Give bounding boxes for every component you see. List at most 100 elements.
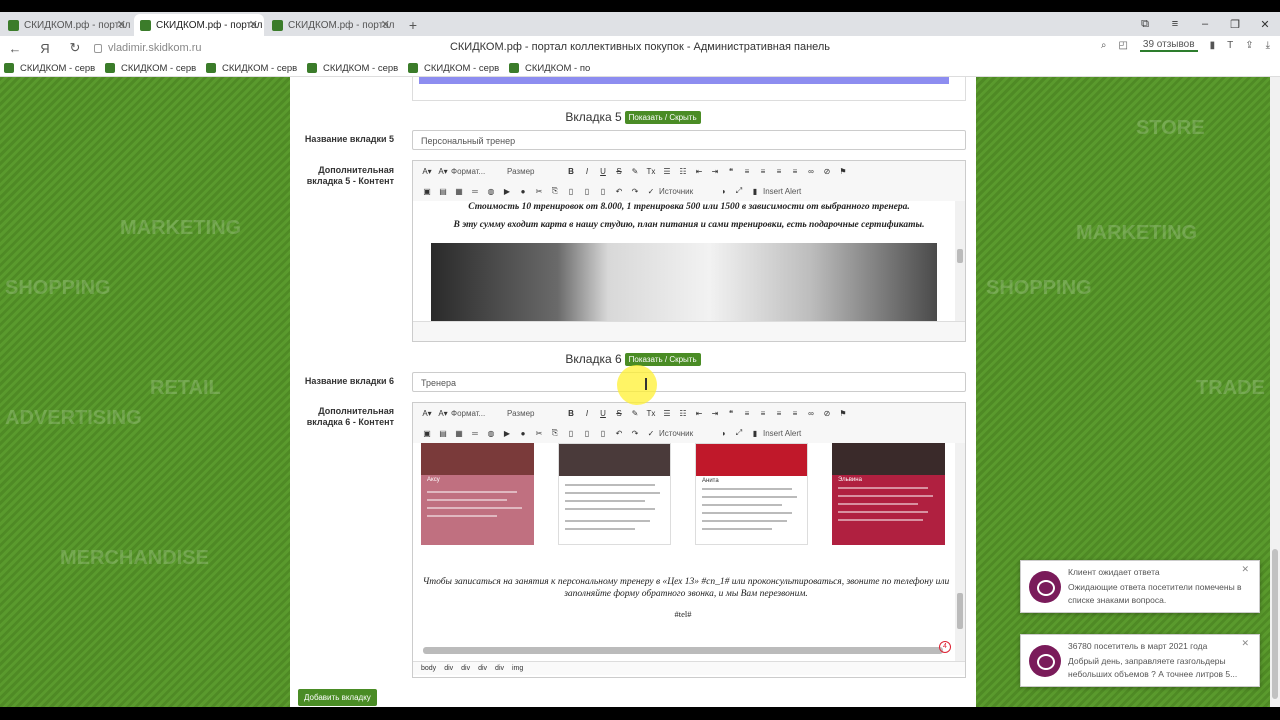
paste-icon[interactable]: ▯	[563, 429, 579, 438]
browser-tab-1[interactable]: СКИДКОМ.рф - портал ко ✕	[2, 14, 132, 36]
text-color-icon[interactable]: A▾	[419, 409, 435, 418]
browser-tab-2[interactable]: СКИДКОМ.рф - портал ✕	[134, 14, 264, 36]
cut-icon[interactable]: ✂	[531, 429, 547, 438]
strike-icon[interactable]: S	[611, 409, 627, 418]
path-item[interactable]: div	[478, 665, 487, 672]
outdent-icon[interactable]: ⇤	[691, 409, 707, 418]
previous-editor-scrollbar[interactable]	[419, 77, 949, 84]
close-icon[interactable]: ✕	[1241, 638, 1249, 649]
justify-icon[interactable]: ≡	[787, 167, 803, 176]
url-field[interactable]: vladimir.skidkom.ru	[94, 42, 202, 54]
tab5-toggle-button[interactable]: Показать / Скрыть	[624, 111, 701, 125]
preview-icon[interactable]: ◑	[715, 429, 731, 438]
quote-icon[interactable]: ❝	[723, 409, 739, 418]
path-item[interactable]: div	[461, 665, 470, 672]
preview-icon[interactable]: ◑	[715, 187, 731, 196]
youtube-icon[interactable]: ▶	[499, 187, 515, 196]
align-center-icon[interactable]: ≡	[755, 409, 771, 418]
bookmark-item[interactable]: СКИДКОМ - серв	[4, 63, 105, 74]
close-window-icon[interactable]: ✕	[1250, 18, 1280, 31]
insert-alert-dropdown[interactable]: Insert Alert	[763, 187, 833, 196]
format-dropdown[interactable]: Формат...	[451, 409, 507, 418]
reviews-button[interactable]: 39 отзывов	[1139, 39, 1198, 52]
quote-icon[interactable]: ❝	[723, 167, 739, 176]
chat-notification[interactable]: 36780 посетитель в март 2021 года Добрый…	[1020, 634, 1260, 687]
youtube-icon[interactable]: ▶	[499, 429, 515, 438]
paste-icon[interactable]: ▯	[563, 187, 579, 196]
unlink-icon[interactable]: ⊘	[819, 409, 835, 418]
image-icon[interactable]: ▣	[419, 429, 435, 438]
flag-icon[interactable]: ⚑	[835, 409, 851, 418]
outdent-icon[interactable]: ⇤	[691, 167, 707, 176]
share-icon[interactable]: ⇪	[1245, 40, 1253, 51]
table-icon[interactable]: ▦	[451, 429, 467, 438]
blocks-icon[interactable]: ▮	[747, 429, 763, 438]
close-icon[interactable]: ✕	[1241, 564, 1249, 575]
clear-format-icon[interactable]: Tx	[643, 409, 659, 418]
undo-icon[interactable]: ↶	[611, 429, 627, 438]
globe-icon[interactable]: ◍	[483, 187, 499, 196]
search-icon[interactable]: ⌕	[1101, 40, 1107, 51]
path-item[interactable]: div	[444, 665, 453, 672]
align-left-icon[interactable]: ≡	[739, 409, 755, 418]
bookmark-item[interactable]: СКИДКОМ - серв	[206, 63, 307, 74]
strike-icon[interactable]: S	[611, 167, 627, 176]
new-tab-button[interactable]: +	[402, 14, 424, 36]
close-icon[interactable]: ✕	[381, 18, 390, 31]
indent-icon[interactable]: ⇥	[707, 167, 723, 176]
maximize-icon[interactable]: ⤢	[731, 428, 747, 438]
copy-icon[interactable]: ⎘	[547, 428, 563, 438]
size-dropdown[interactable]: Размер	[507, 167, 563, 176]
bookmark-item[interactable]: СКИДКОМ - по	[509, 63, 610, 74]
reload-icon[interactable]: ↻	[60, 40, 90, 56]
restore-icon[interactable]: ❐	[1220, 18, 1250, 31]
redo-icon[interactable]: ↷	[627, 429, 643, 438]
download-icon[interactable]: ⤓	[1266, 40, 1270, 51]
align-center-icon[interactable]: ≡	[755, 167, 771, 176]
brush-icon[interactable]: ✎	[627, 409, 643, 418]
spellcheck-icon[interactable]: ✓	[643, 187, 659, 196]
file-icon[interactable]: ▤	[435, 429, 451, 438]
editor-scrollbar[interactable]	[955, 201, 965, 321]
source-button[interactable]: Источник	[659, 187, 715, 196]
spellcheck-icon[interactable]: ✓	[643, 429, 659, 438]
chat-notification[interactable]: Клиент ожидает ответа Ожидающие ответа п…	[1020, 560, 1260, 613]
indent-icon[interactable]: ⇥	[707, 409, 723, 418]
paste-word-icon[interactable]: ▯	[595, 187, 611, 196]
bookmark-item[interactable]: СКИДКОМ - серв	[307, 63, 408, 74]
bold-icon[interactable]: B	[563, 409, 579, 418]
bullet-list-icon[interactable]: ☷	[675, 167, 691, 176]
numbered-list-icon[interactable]: ☰	[659, 409, 675, 418]
numbered-list-icon[interactable]: ☰	[659, 167, 675, 176]
bullet-list-icon[interactable]: ☷	[675, 409, 691, 418]
source-button[interactable]: Источник	[659, 429, 715, 438]
blocks-icon[interactable]: ▮	[747, 187, 763, 196]
undo-icon[interactable]: ↶	[611, 187, 627, 196]
minimize-icon[interactable]: –	[1190, 18, 1220, 30]
protect-icon[interactable]: ◰	[1118, 40, 1127, 51]
paste-text-icon[interactable]: ▯	[579, 429, 595, 438]
path-item[interactable]: img	[512, 665, 523, 672]
justify-icon[interactable]: ≡	[787, 409, 803, 418]
copy-icon[interactable]: ⎘	[547, 186, 563, 196]
format-dropdown[interactable]: Формат...	[451, 167, 507, 176]
bookmark-icon[interactable]: ▮	[1210, 40, 1216, 51]
flag-icon[interactable]: ⚑	[835, 167, 851, 176]
globe-icon[interactable]: ◍	[483, 429, 499, 438]
file-icon[interactable]: ▤	[435, 187, 451, 196]
italic-icon[interactable]: I	[579, 409, 595, 418]
menu-icon[interactable]: ≡	[1160, 18, 1190, 30]
underline-icon[interactable]: U	[595, 409, 611, 418]
maximize-icon[interactable]: ⤢	[731, 186, 747, 196]
paste-text-icon[interactable]: ▯	[579, 187, 595, 196]
path-item[interactable]: div	[495, 665, 504, 672]
brush-icon[interactable]: ✎	[627, 167, 643, 176]
tab5-name-input[interactable]: Персональный тренер	[412, 130, 966, 150]
paste-word-icon[interactable]: ▯	[595, 429, 611, 438]
grammar-badge-icon[interactable]: 4	[939, 641, 951, 653]
align-left-icon[interactable]: ≡	[739, 167, 755, 176]
page-scrollbar[interactable]	[1270, 77, 1280, 707]
italic-icon[interactable]: I	[579, 167, 595, 176]
insert-alert-dropdown[interactable]: Insert Alert	[763, 429, 833, 438]
bookmark-item[interactable]: СКИДКОМ - серв	[105, 63, 206, 74]
